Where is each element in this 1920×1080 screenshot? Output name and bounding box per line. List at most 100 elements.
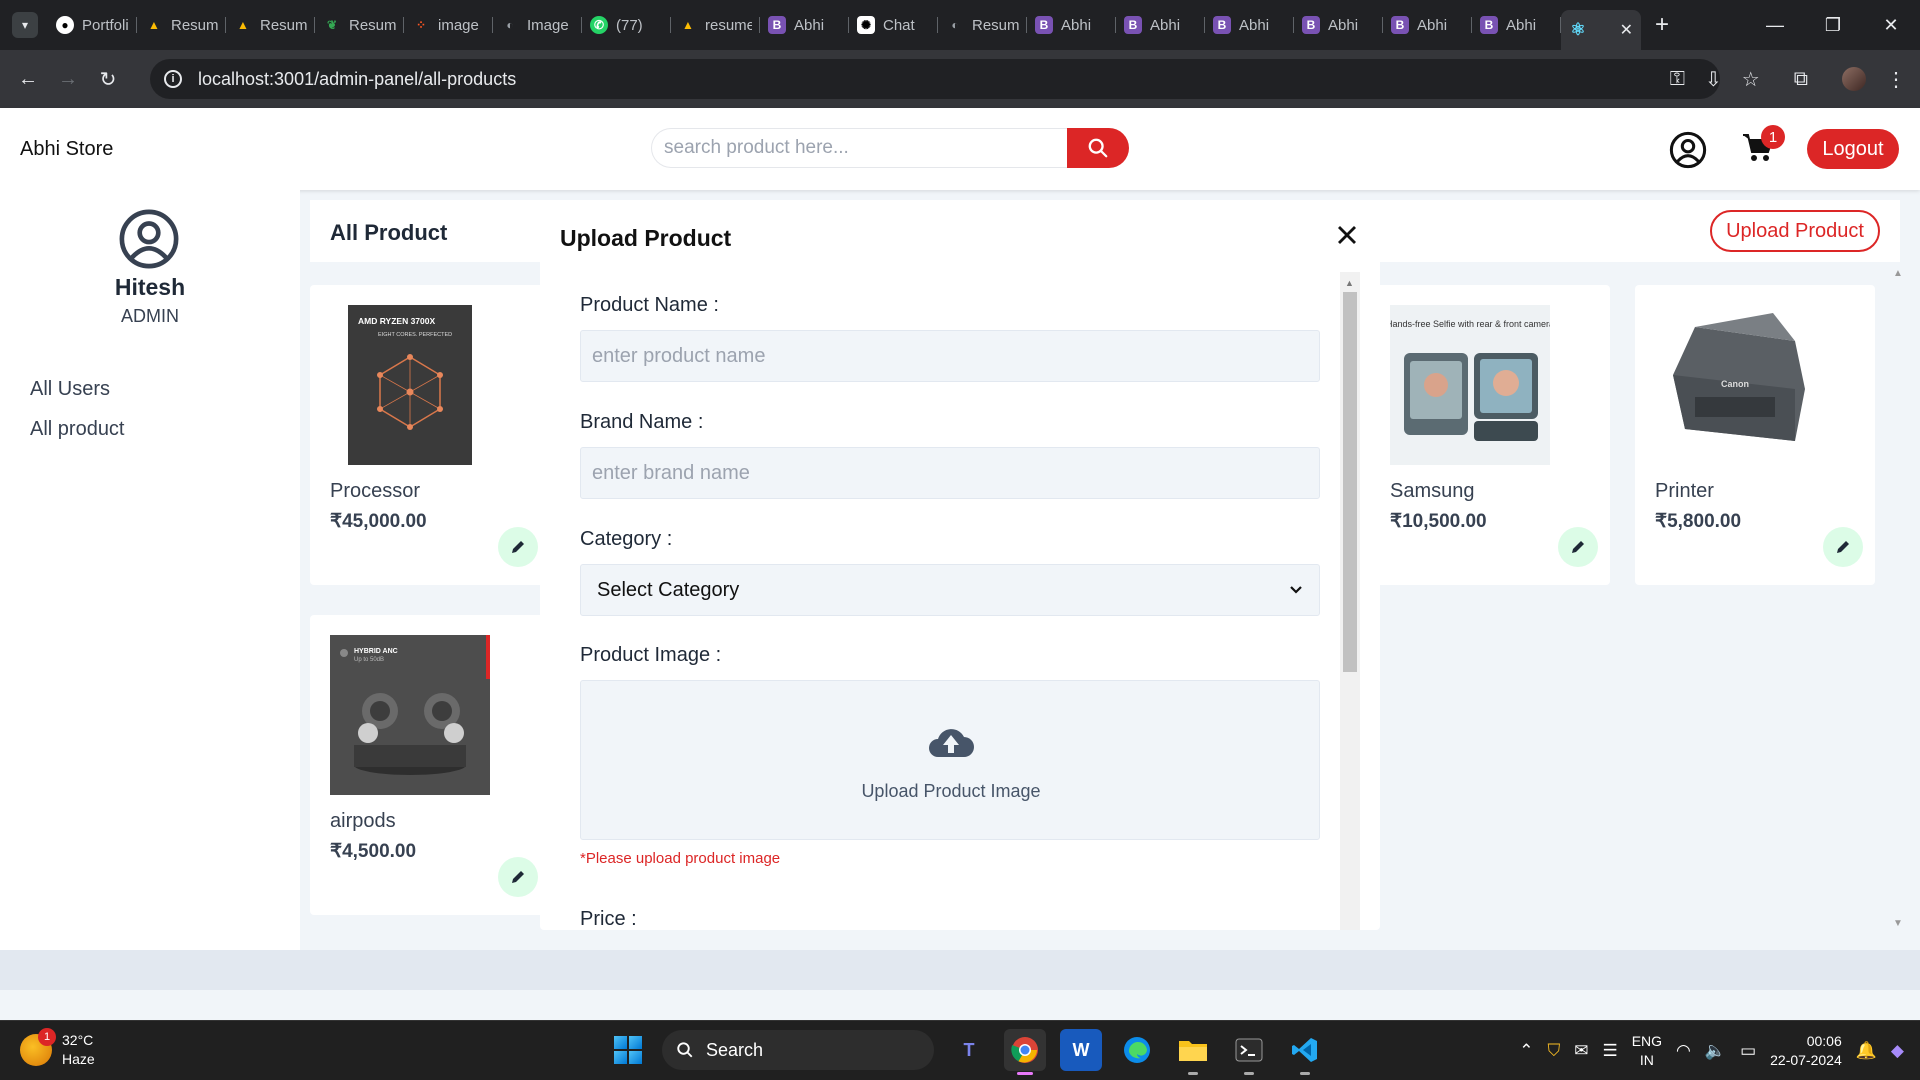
install-app-icon[interactable]: ⇩ [1705,67,1722,92]
product-card: AMD RYZEN 3700X EIGHT CORES. PERFECTED P… [310,285,550,585]
upload-image-text: Upload Product Image [861,781,1041,801]
clock[interactable]: 00:06 22-07-2024 [1770,1032,1842,1070]
windows-start-icon[interactable] [608,1030,648,1070]
forward-icon[interactable]: → [48,68,88,91]
browser-tab[interactable]: B Abhi [1383,7,1472,43]
sidebar-link-all-product[interactable]: All product [30,418,125,441]
browser-tab[interactable]: B Abhi [1205,7,1294,43]
browser-tab[interactable]: B Abhi [1472,7,1561,43]
product-name: Samsung [1390,480,1475,502]
address-bar: ← → ↻ i localhost:3001/admin-panel/all-p… [0,50,1920,108]
browser-tab[interactable]: ✺ Chat [849,7,938,43]
browser-tab[interactable]: B Abhi [760,7,849,43]
store-logo[interactable]: Abhi Store [20,138,113,161]
page-scroll-up-icon[interactable]: ▲ [1893,268,1903,279]
image-upload-dropzone[interactable]: Upload Product Image [580,680,1320,840]
image-error-message: *Please upload product image [580,850,781,867]
chevron-up-icon[interactable]: ⌃ [1519,1041,1533,1061]
browser-tab[interactable]: ✆ (77) [582,7,671,43]
user-profile-icon[interactable] [1669,131,1707,169]
volume-icon[interactable]: 🔈 [1705,1041,1726,1061]
profile-avatar[interactable] [1842,67,1866,91]
browser-tab[interactable]: B Abhi [1294,7,1383,43]
tab-title: resume [705,16,752,34]
edge-icon[interactable] [1116,1029,1158,1071]
defender-shield-icon[interactable]: ⛉ [1547,1041,1560,1061]
globe-icon: ◐ [506,18,514,32]
edit-product-button[interactable] [1823,527,1863,567]
battery-icon[interactable]: ▭ [1740,1041,1756,1061]
browser-tab[interactable]: ⁘ image [404,7,493,43]
taskbar-search[interactable]: Search [662,1030,934,1070]
vscode-icon[interactable] [1284,1029,1326,1075]
minimize-icon[interactable]: — [1746,0,1804,50]
samsung-phone-image: Hands-free Selfie with rear & front came… [1390,305,1550,465]
restore-icon[interactable]: ❐ [1804,0,1862,50]
reload-icon[interactable]: ↻ [88,67,128,92]
word-icon[interactable]: W [1060,1029,1102,1071]
browser-tab[interactable]: B Abhi [1027,7,1116,43]
url-field[interactable]: i localhost:3001/admin-panel/all-product… [150,59,1720,99]
new-tab-button[interactable]: + [1655,11,1669,39]
window-close-icon[interactable]: ✕ [1862,0,1920,50]
category-select[interactable]: Select Category [580,564,1320,616]
browser-tab[interactable]: ❦ Resume [315,7,404,43]
modal-scrollbar[interactable]: ▲ [1340,272,1360,930]
browser-tab[interactable]: ▲ Resume [226,7,315,43]
tab-title: Portfolio [82,16,129,34]
search-button[interactable] [1067,128,1129,168]
password-key-icon[interactable]: ⚿ [1670,68,1685,91]
more-menu-icon[interactable]: ⋮ [1886,67,1906,92]
tab-search-menu-icon[interactable]: ▾ [12,12,38,38]
sidebar-link-all-users[interactable]: All Users [30,378,110,401]
file-explorer-icon[interactable] [1172,1029,1214,1075]
wifi-icon[interactable]: ◠ [1676,1041,1691,1061]
language-indicator[interactable]: ENG IN [1632,1032,1662,1070]
bookmark-star-icon[interactable]: ☆ [1742,67,1760,92]
terminal-icon[interactable] [1228,1029,1270,1075]
browser-tab[interactable]: ● Portfolio [48,7,137,43]
notification-bell-icon[interactable]: 🔔 [1856,1041,1877,1061]
pencil-icon [1837,541,1849,553]
tab-close-icon[interactable]: ✕ [1620,20,1633,40]
brand-name-input[interactable] [580,447,1320,499]
tab-title: Abhi [1061,16,1092,34]
system-tray: ⌃ ⛉ ✉ ☰ ENG IN ◠ 🔈 ▭ 00:06 22-07-2024 🔔 … [1519,1021,1920,1080]
browser-tab[interactable]: ▲ resume [671,7,760,43]
scroll-up-arrow-icon[interactable]: ▲ [1345,278,1354,288]
browser-tab[interactable]: ◐ Resume [938,7,1027,43]
edit-product-button[interactable] [1558,527,1598,567]
browser-tab[interactable]: B Abhi [1116,7,1205,43]
bootstrap-icon: B [1391,16,1409,34]
browser-tab[interactable]: ▲ Resume [137,7,226,43]
bootstrap-icon: B [1035,16,1053,34]
teams-icon[interactable]: T [948,1029,990,1071]
product-name: airpods [330,810,396,832]
back-icon[interactable]: ← [8,68,48,91]
tab-strip: ● Portfolio ▲ Resume ▲ Resume ❦ Resume ⁘ image ◐ Im… [48,0,1561,50]
tab-active-react-app[interactable]: ⚛ ✕ [1561,10,1641,50]
search-input[interactable] [651,128,1067,168]
logout-button[interactable]: Logout [1807,129,1899,169]
page-footer [0,950,1920,990]
edit-product-button[interactable] [498,527,538,567]
pencil-icon [1572,541,1584,553]
close-icon[interactable] [1336,224,1358,246]
chrome-icon[interactable] [1004,1029,1046,1075]
edit-product-button[interactable] [498,857,538,897]
scrollbar-thumb[interactable] [1343,292,1357,672]
svg-text:EIGHT CORES. PERFECTED: EIGHT CORES. PERFECTED [378,332,452,338]
product-name-input[interactable] [580,330,1320,382]
weather-widget[interactable]: 1 32°C Haze [20,1028,95,1069]
copilot-icon[interactable]: ◆ [1891,1041,1904,1061]
bootstrap-icon: B [1480,16,1498,34]
upload-product-button[interactable]: Upload Product [1710,210,1880,252]
admin-role: ADMIN [121,306,179,326]
page-scroll-down-icon[interactable]: ▼ [1893,918,1903,929]
site-info-icon[interactable]: i [164,70,182,88]
gmail-icon[interactable]: ✉ [1574,1041,1588,1061]
browser-tab[interactable]: ◐ Image [493,7,582,43]
notes-icon[interactable]: ☰ [1602,1041,1617,1061]
extensions-icon[interactable]: ⧉ [1794,68,1808,91]
folder-logo [1179,1041,1207,1061]
